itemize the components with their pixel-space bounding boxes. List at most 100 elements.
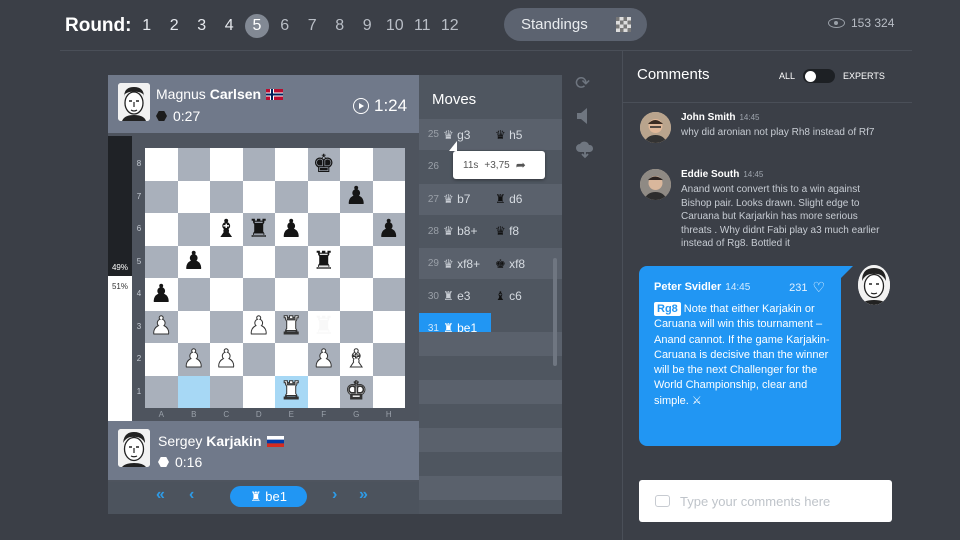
square-c6[interactable]: ♝ <box>210 213 243 246</box>
square-c8[interactable] <box>210 148 243 181</box>
square-g2[interactable]: ♝ <box>340 343 373 376</box>
square-g8[interactable] <box>340 148 373 181</box>
square-b6[interactable] <box>177 213 210 246</box>
toggle-switch[interactable] <box>803 69 836 83</box>
square-a7[interactable] <box>145 180 178 213</box>
square-e7[interactable] <box>275 180 308 213</box>
black-pawn-icon[interactable]: ♟ <box>345 184 367 209</box>
square-h3[interactable] <box>372 310 405 343</box>
white-pawn-icon[interactable]: ♟ <box>247 313 270 339</box>
square-h5[interactable] <box>372 245 405 278</box>
black-rook-icon[interactable]: ♜ <box>313 249 335 274</box>
move-row[interactable]: 25 ♛ g3 ♛ h5 <box>419 119 562 150</box>
share-icon[interactable]: ➦ <box>516 158 526 172</box>
square-d1[interactable] <box>242 375 275 408</box>
square-f2[interactable]: ♟ <box>307 343 340 376</box>
move-row[interactable]: 28 ♛ b8+ ♛ f8 <box>419 216 562 247</box>
round-6-button[interactable]: 6 <box>271 14 299 38</box>
square-e2[interactable] <box>275 343 308 376</box>
square-e6[interactable]: ♟ <box>275 213 308 246</box>
black-move[interactable]: ♛ h5 <box>495 128 522 142</box>
chess-board[interactable]: ♚ ♟ ♝ ♜ ♟ ♟ ♟ ♜ ♟ ♟ ♟ ♜ ♜ ♟ ♟ ♟ ♝ ♜ ♚ <box>145 148 405 408</box>
square-d5[interactable] <box>242 245 275 278</box>
round-4-button[interactable]: 4 <box>216 14 244 38</box>
white-king-icon[interactable]: ♚ <box>345 378 368 404</box>
black-move[interactable]: ♝ c6 <box>495 289 522 303</box>
white-move[interactable]: ♛ b7 <box>443 192 495 206</box>
like-count[interactable]: 231 ♡ <box>789 279 825 296</box>
square-a1[interactable] <box>145 375 178 408</box>
heart-icon[interactable]: ♡ <box>812 279 825 296</box>
white-pawn-icon[interactable]: ♟ <box>312 346 335 372</box>
square-f7[interactable] <box>307 180 340 213</box>
square-h2[interactable] <box>372 343 405 376</box>
round-9-button[interactable]: 9 <box>354 14 382 38</box>
round-1-button[interactable]: 1 <box>133 14 161 38</box>
ghost-rook-icon[interactable]: ♜ <box>313 314 335 339</box>
square-f4[interactable] <box>307 278 340 311</box>
square-e5[interactable] <box>275 245 308 278</box>
square-f3[interactable]: ♜ <box>307 310 340 343</box>
square-g5[interactable] <box>340 245 373 278</box>
white-pawn-icon[interactable]: ♟ <box>215 346 238 372</box>
square-f6[interactable] <box>307 213 340 246</box>
square-e1[interactable]: ♜ <box>275 375 308 408</box>
play-icon[interactable] <box>353 98 369 114</box>
square-a4[interactable]: ♟ <box>145 278 178 311</box>
previous-move-icon[interactable]: ‹ <box>189 486 194 504</box>
square-h4[interactable] <box>372 278 405 311</box>
square-c2[interactable]: ♟ <box>210 343 243 376</box>
standings-button[interactable]: Standings <box>504 8 647 41</box>
square-c1[interactable] <box>210 375 243 408</box>
square-d2[interactable] <box>242 343 275 376</box>
cloud-download-icon[interactable] <box>575 141 595 164</box>
moves-scrollbar[interactable] <box>553 258 557 366</box>
speaker-icon[interactable] <box>575 107 593 130</box>
square-b2[interactable]: ♟ <box>177 343 210 376</box>
last-move-icon[interactable]: » <box>359 486 368 504</box>
white-bishop-icon[interactable]: ♝ <box>345 346 368 372</box>
square-c7[interactable] <box>210 180 243 213</box>
square-g7[interactable]: ♟ <box>340 180 373 213</box>
black-rook-icon[interactable]: ♜ <box>248 216 270 242</box>
square-b3[interactable] <box>177 310 210 343</box>
black-king-icon[interactable]: ♚ <box>313 151 335 177</box>
white-move[interactable]: ♛ b8+ <box>443 224 495 238</box>
experts-toggle[interactable]: ALL EXPERTS <box>779 69 885 83</box>
round-11-button[interactable]: 11 <box>409 14 437 38</box>
square-b5[interactable]: ♟ <box>177 245 210 278</box>
square-d3[interactable]: ♟ <box>242 310 275 343</box>
square-f5[interactable]: ♜ <box>307 245 340 278</box>
square-b4[interactable] <box>177 278 210 311</box>
square-a2[interactable] <box>145 343 178 376</box>
white-move[interactable]: ♛ g3 <box>443 128 495 142</box>
refresh-icon[interactable]: ⟳ <box>575 73 590 94</box>
round-12-button[interactable]: 12 <box>436 14 464 38</box>
white-rook-icon[interactable]: ♜ <box>280 313 303 339</box>
square-e8[interactable] <box>275 148 308 181</box>
black-move[interactable]: ♜ d6 <box>495 192 522 206</box>
round-10-button[interactable]: 10 <box>381 14 409 38</box>
square-g3[interactable] <box>340 310 373 343</box>
square-c3[interactable] <box>210 310 243 343</box>
square-f1[interactable] <box>307 375 340 408</box>
round-8-button[interactable]: 8 <box>326 14 354 38</box>
round-2-button[interactable]: 2 <box>161 14 189 38</box>
square-f8[interactable]: ♚ <box>307 148 340 181</box>
move-row[interactable]: 27 ♛ b7 ♜ d6 <box>419 183 562 215</box>
black-move[interactable]: ♚ xf8 <box>495 257 525 271</box>
square-h8[interactable] <box>372 148 405 181</box>
square-a8[interactable] <box>145 148 178 181</box>
move-tag[interactable]: Rg8 <box>654 302 681 316</box>
black-pawn-icon[interactable]: ♟ <box>150 281 172 307</box>
square-a6[interactable] <box>145 213 178 246</box>
black-pawn-icon[interactable]: ♟ <box>280 216 302 242</box>
round-3-button[interactable]: 3 <box>188 14 216 38</box>
square-g1[interactable]: ♚ <box>340 375 373 408</box>
next-move-icon[interactable]: › <box>332 486 337 504</box>
square-g6[interactable] <box>340 213 373 246</box>
move-row[interactable]: 29 ♛ xf8+ ♚ xf8 <box>419 248 562 280</box>
round-5-button[interactable]: 5 <box>245 14 269 38</box>
square-d8[interactable] <box>242 148 275 181</box>
square-h6[interactable]: ♟ <box>372 213 405 246</box>
